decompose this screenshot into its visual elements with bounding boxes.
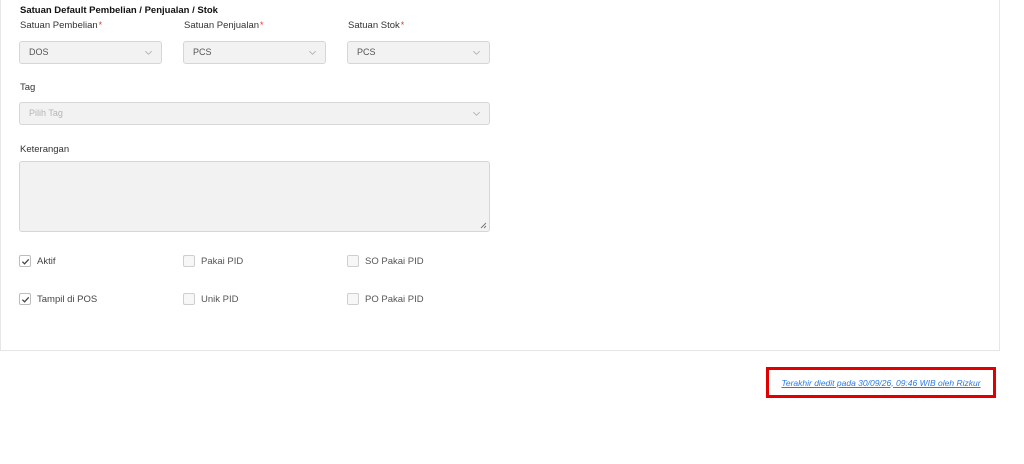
notes-label: Keterangan [20,144,70,155]
stock-unit-label: Satuan Stok* [348,20,405,31]
page-edge [1000,0,1024,464]
purchase-unit-label: Satuan Pembelian* [20,20,103,31]
tag-placeholder: Pilih Tag [29,108,63,118]
unik-pid-checkbox[interactable]: Unik PID [183,293,238,305]
last-edited-highlight: Terakhir diedit pada 30/09/26, 09:46 WIB… [766,367,996,398]
item-settings-card: Satuan Default Pembelian / Penjualan / S… [0,0,1000,351]
required-marker: * [260,20,264,30]
so-pakai-pid-label: SO Pakai PID [365,255,424,267]
required-marker: * [98,20,103,30]
purchase-unit-select[interactable]: DOS [19,41,162,64]
tag-label: Tag [20,82,36,93]
aktif-checkbox[interactable]: Aktif [19,255,55,267]
pakai-pid-label: Pakai PID [201,255,244,267]
chevron-down-icon [473,50,480,55]
resize-grip-icon[interactable] [479,221,487,229]
tag-select[interactable]: Pilih Tag [19,102,490,125]
sales-unit-label: Satuan Penjualan* [184,20,264,31]
sales-unit-value: PCS [193,47,212,57]
notes-textarea[interactable] [19,161,490,232]
sales-unit-select[interactable]: PCS [183,41,326,64]
purchase-unit-value: DOS [29,47,49,57]
checkbox-box[interactable] [347,293,359,305]
checkbox-box[interactable] [183,293,195,305]
po-pakai-pid-checkbox[interactable]: PO Pakai PID [347,293,424,305]
tampil-pos-checkbox[interactable]: Tampil di POS [19,293,97,305]
pakai-pid-checkbox[interactable]: Pakai PID [183,255,243,267]
aktif-label: Aktif [37,255,56,267]
stock-unit-value: PCS [357,47,376,57]
check-icon [21,296,29,303]
chevron-down-icon [473,111,480,116]
checkbox-box[interactable] [183,255,195,267]
stock-unit-select[interactable]: PCS [347,41,490,64]
last-edited-link[interactable]: Terakhir diedit pada 30/09/26, 09:46 WIB… [781,378,980,388]
section-title: Satuan Default Pembelian / Penjualan / S… [20,5,218,16]
chevron-down-icon [145,50,152,55]
unik-pid-label: Unik PID [201,293,239,305]
checkbox-box[interactable] [347,255,359,267]
check-icon [21,258,29,265]
tampil-pos-label: Tampil di POS [37,293,98,305]
checkbox-box[interactable] [19,293,31,305]
chevron-down-icon [309,50,316,55]
checkbox-box[interactable] [19,255,31,267]
so-pakai-pid-checkbox[interactable]: SO Pakai PID [347,255,424,267]
po-pakai-pid-label: PO Pakai PID [365,293,424,305]
required-marker: * [400,20,405,30]
